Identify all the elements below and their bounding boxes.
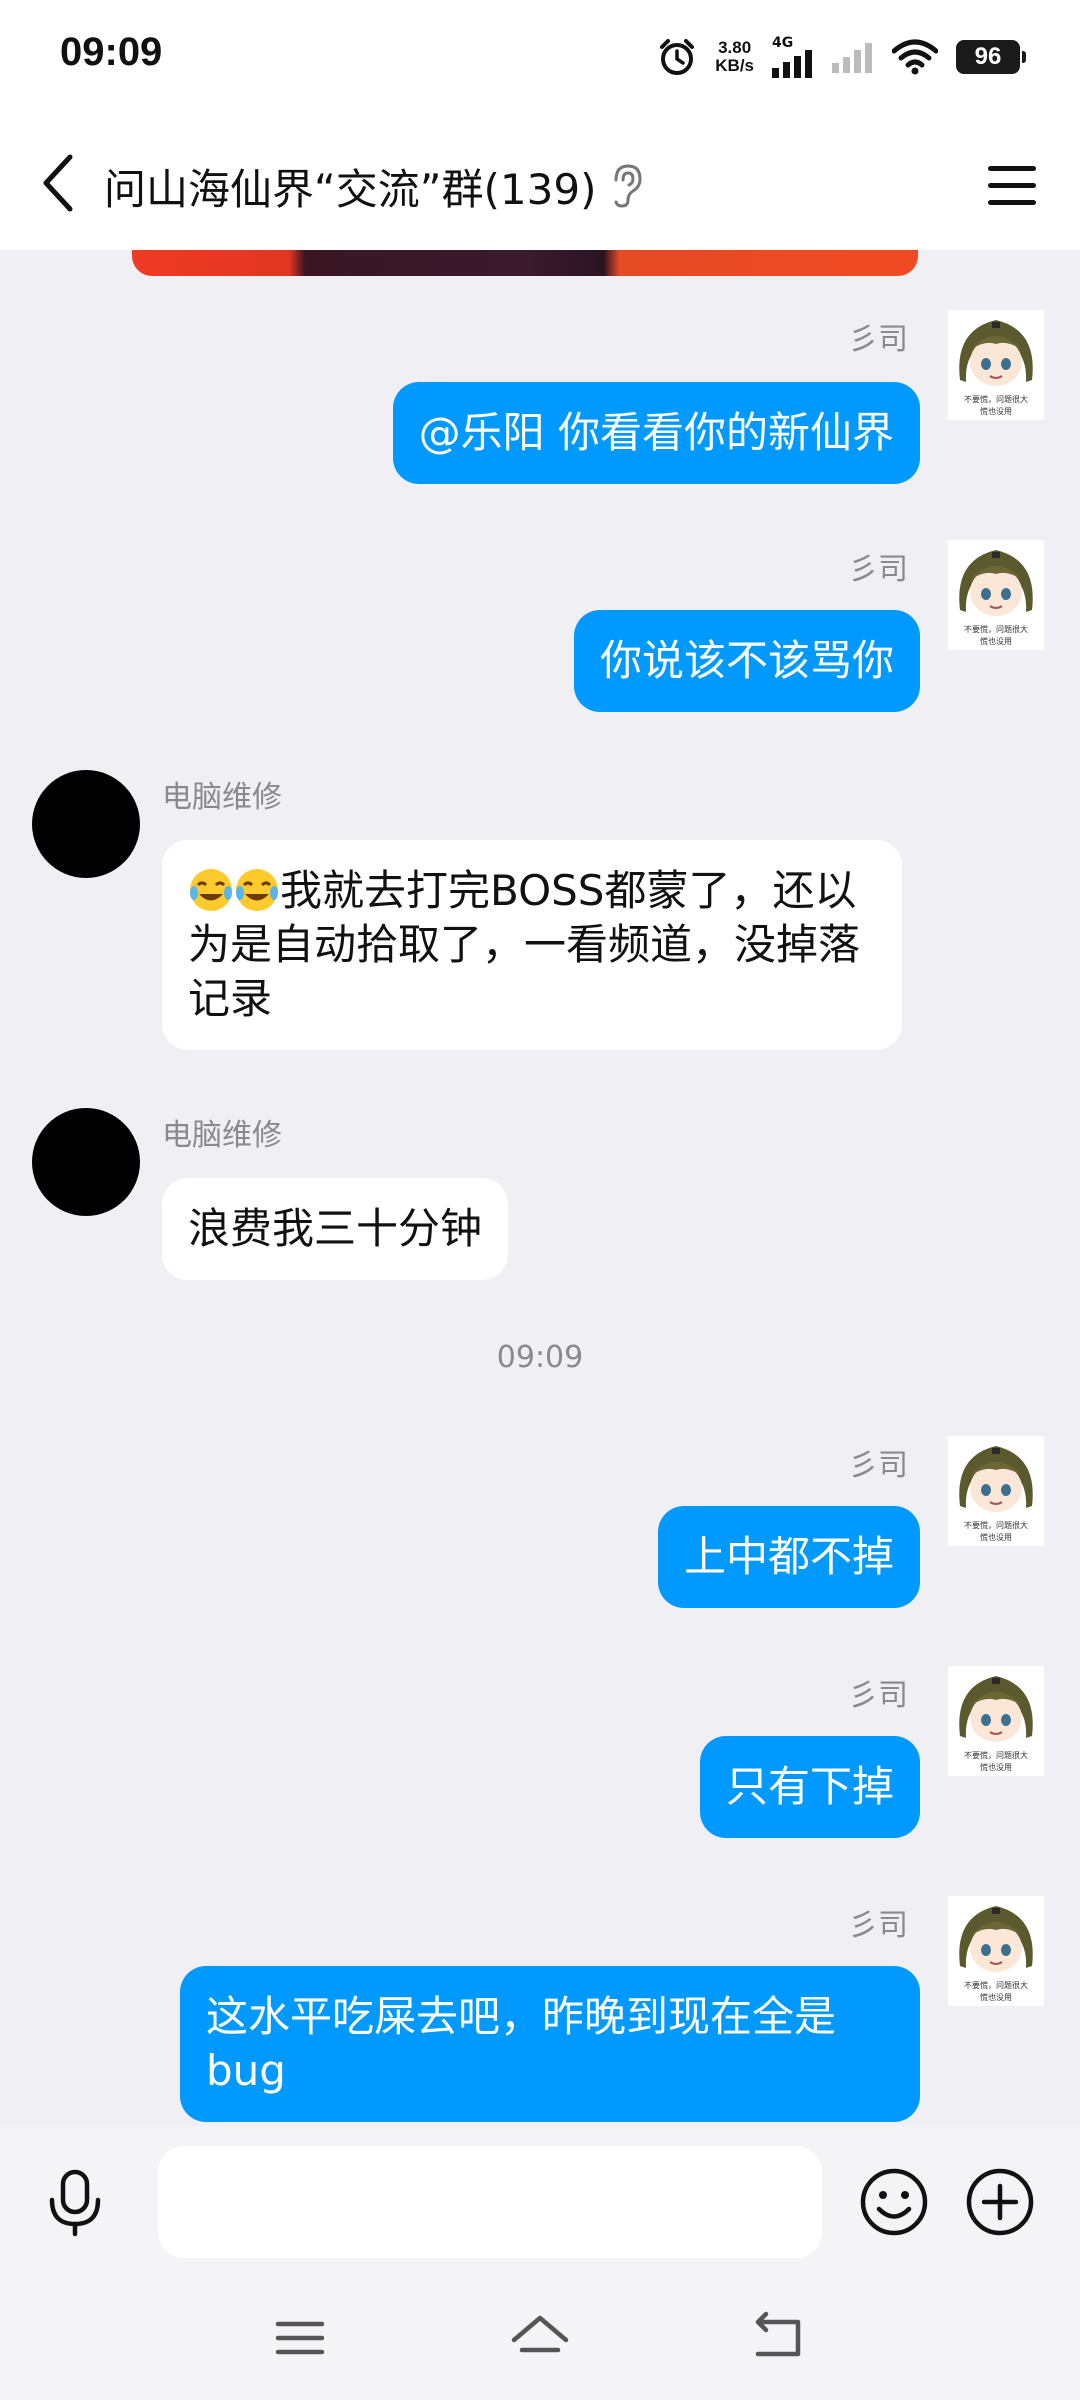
wifi-icon (892, 39, 938, 75)
network-speed: 3.80 KB/s (715, 39, 754, 75)
svg-text:不要慌，问题很大: 不要慌，问题很大 (964, 1980, 1028, 1990)
microphone-icon[interactable] (40, 2168, 110, 2238)
chat-title[interactable]: 问山海仙界“交流”群(139) (104, 156, 596, 217)
svg-text:慌也没用: 慌也没用 (980, 1532, 1012, 1542)
message-bubble[interactable]: @乐阳 你看看你的新仙界 (392, 382, 920, 484)
ear-icon[interactable] (606, 160, 646, 210)
battery-indicator: 96 (956, 40, 1026, 74)
svg-text:慌也没用: 慌也没用 (980, 406, 1012, 416)
back-button[interactable] (28, 148, 88, 218)
signal-bars-icon (772, 50, 812, 78)
svg-text:不要慌，问题很大: 不要慌，问题很大 (964, 624, 1028, 634)
avatar[interactable]: 不要慌，问题很大 慌也没用 (948, 540, 1044, 650)
message-bubble[interactable]: 这水平吃屎去吧，昨晚到现在全是bug (180, 1966, 920, 2122)
network-speed-unit: KB/s (715, 56, 754, 75)
system-nav-bar (0, 2276, 1080, 2400)
signal-bars-weak-icon (832, 43, 872, 73)
laughing-tears-emoji-icon (236, 869, 278, 911)
avatar[interactable]: 不要慌，问题很大 慌也没用 (948, 1666, 1044, 1776)
message-input[interactable] (158, 2146, 822, 2258)
svg-text:不要慌，问题很大: 不要慌，问题很大 (964, 394, 1028, 404)
message-timestamp: 09:09 (496, 1340, 584, 1375)
chevron-left-icon (43, 154, 73, 212)
cellular-signal-1: 4G (772, 36, 814, 78)
message-bubble[interactable]: 浪费我三十分钟 (162, 1178, 509, 1280)
battery-level: 96 (974, 43, 1002, 70)
alarm-icon (660, 39, 695, 75)
avatar[interactable]: 不要慌，问题很大 慌也没用 (948, 310, 1044, 420)
message-bubble[interactable]: 我就去打完BOSS都蒙了，还以为是自动拾取了，一看频道，没掉落记录 (162, 840, 902, 1050)
nav-back-icon[interactable] (748, 2306, 812, 2370)
nav-menu-icon[interactable] (268, 2306, 332, 2370)
avatar[interactable]: 不要慌，问题很大 慌也没用 (948, 1896, 1044, 2006)
smiley-icon[interactable] (858, 2166, 930, 2238)
svg-text:不要慌，问题很大: 不要慌，问题很大 (964, 1520, 1028, 1530)
message-bubble[interactable]: 你说该不该骂你 (573, 610, 920, 712)
avatar[interactable] (32, 1108, 140, 1216)
sender-name: 彡司 (848, 1448, 908, 1483)
status-bar: 09:09 3.80 KB/s 4G 96 (0, 0, 1080, 120)
menu-button[interactable] (980, 154, 1044, 218)
avatar[interactable]: 不要慌，问题很大 慌也没用 (948, 1436, 1044, 1546)
plus-circle-icon[interactable] (964, 2166, 1036, 2238)
sender-name: 电脑维修 (162, 780, 282, 815)
sender-name: 彡司 (848, 552, 908, 587)
previous-image-message[interactable] (132, 250, 918, 276)
laughing-tears-emoji-icon (190, 869, 232, 911)
network-type: 4G (772, 35, 794, 51)
svg-text:慌也没用: 慌也没用 (980, 636, 1012, 646)
chat-message-list[interactable]: 彡司 不要慌，问题很大 慌也没用 @乐阳 你看看你的新仙界 彡司 不要慌，问题很… (0, 250, 1080, 2126)
svg-text:慌也没用: 慌也没用 (980, 1762, 1012, 1772)
menu-icon (988, 166, 1036, 205)
network-speed-value: 3.80 (718, 38, 752, 57)
chat-input-bar (0, 2126, 1080, 2276)
sender-name: 电脑维修 (162, 1118, 282, 1153)
status-icons: 3.80 KB/s 4G 96 (657, 34, 1026, 80)
sender-name: 彡司 (848, 322, 908, 357)
status-time: 09:09 (60, 30, 163, 74)
chat-header: 问山海仙界“交流”群(139) (0, 120, 1080, 250)
message-bubble[interactable]: 上中都不掉 (657, 1506, 920, 1608)
svg-text:不要慌，问题很大: 不要慌，问题很大 (964, 1750, 1028, 1760)
message-bubble[interactable]: 只有下掉 (699, 1736, 920, 1838)
nav-home-icon[interactable] (508, 2306, 572, 2370)
sender-name: 彡司 (848, 1678, 908, 1713)
avatar[interactable] (32, 770, 140, 878)
message-text: 我就去打完BOSS都蒙了，还以为是自动拾取了，一看频道，没掉落记录 (188, 866, 861, 1023)
svg-text:慌也没用: 慌也没用 (980, 1992, 1012, 2002)
sender-name: 彡司 (848, 1908, 908, 1943)
